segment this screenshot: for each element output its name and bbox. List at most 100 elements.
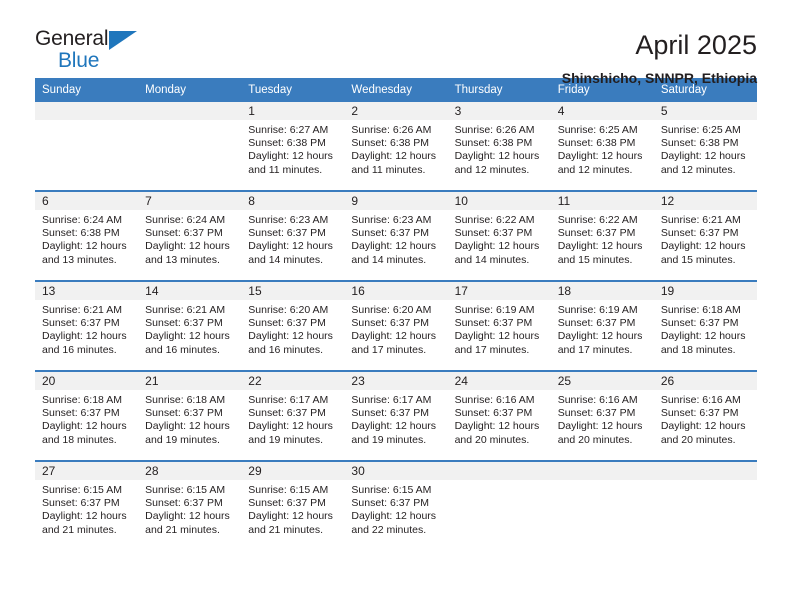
day-number <box>138 102 242 120</box>
day-number: 6 <box>35 192 139 210</box>
day-sun-info: Sunrise: 6:27 AM Sunset: 6:38 PM Daylight:… <box>241 120 344 177</box>
sunset-text: Sunset: 6:37 PM <box>557 317 636 330</box>
calendar-day-cell[interactable]: 5 Sunrise: 6:25 AM Sunset: 6:38 PM Daylight… <box>653 102 757 191</box>
calendar-day-cell[interactable]: 22 Sunrise: 6:17 AM Sunset: 6:37 PM Dayligh… <box>241 370 345 461</box>
day-number: 5 <box>653 102 757 120</box>
day-cell-content: 27 Sunrise: 6:15 AM Sunset: 6:37 PM Dayligh… <box>35 462 139 550</box>
day-number: 29 <box>241 462 345 480</box>
day-cell-content <box>138 102 242 190</box>
day-cell-content: 24 Sunrise: 6:16 AM Sunset: 6:37 PM Dayligh… <box>447 372 551 460</box>
calendar-day-cell[interactable]: 19 Sunrise: 6:18 AM Sunset: 6:37 PM Dayligh… <box>653 280 757 371</box>
day-sun-info: Sunrise: 6:24 AM Sunset: 6:38 PM Daylight:… <box>35 210 138 267</box>
day-cell-content: 5 Sunrise: 6:25 AM Sunset: 6:38 PM Daylight… <box>653 102 757 190</box>
calendar-day-cell[interactable]: 18 Sunrise: 6:19 AM Sunset: 6:37 PM Dayligh… <box>550 280 654 371</box>
generalblue-logo[interactable]: General Blue <box>35 28 145 74</box>
calendar-week-row: 1 Sunrise: 6:27 AM Sunset: 6:38 PM Daylight… <box>35 102 757 191</box>
day-cell-content: 3 Sunrise: 6:26 AM Sunset: 6:38 PM Daylight… <box>447 102 551 190</box>
calendar-day-cell[interactable]: 14 Sunrise: 6:21 AM Sunset: 6:37 PM Dayligh… <box>138 280 242 371</box>
daylight-text: Daylight: 12 hours and 16 minutes. <box>42 330 127 356</box>
calendar-page: General Blue April 2025 Shinshicho, SNNP… <box>0 0 792 612</box>
calendar-day-cell[interactable]: 10 Sunrise: 6:22 AM Sunset: 6:37 PM Dayligh… <box>447 190 551 281</box>
daylight-text: Daylight: 12 hours and 19 minutes. <box>351 420 437 446</box>
day-sun-info: Sunrise: 6:17 AM Sunset: 6:37 PM Daylight:… <box>344 390 447 447</box>
day-cell-content <box>550 462 654 550</box>
weekday-header-tuesday: Tuesday <box>241 78 345 102</box>
day-number: 21 <box>138 372 242 390</box>
calendar-day-cell[interactable]: 1 Sunrise: 6:27 AM Sunset: 6:38 PM Daylight… <box>241 102 345 191</box>
day-number: 27 <box>35 462 139 480</box>
calendar-day-cell[interactable]: 28 Sunrise: 6:15 AM Sunset: 6:37 PM Dayligh… <box>138 460 242 550</box>
sunset-text: Sunset: 6:38 PM <box>660 137 739 150</box>
sunrise-text: Sunrise: 6:21 AM <box>42 304 122 316</box>
day-cell-content <box>653 462 757 550</box>
day-sun-info: Sunrise: 6:22 AM Sunset: 6:37 PM Daylight:… <box>551 210 654 267</box>
sunset-text: Sunset: 6:37 PM <box>42 497 120 510</box>
calendar-day-cell[interactable]: 17 Sunrise: 6:19 AM Sunset: 6:37 PM Dayligh… <box>447 280 551 371</box>
calendar-body: 1 Sunrise: 6:27 AM Sunset: 6:38 PM Daylight… <box>35 102 757 550</box>
sunrise-text: Sunrise: 6:16 AM <box>660 394 741 406</box>
weekday-header-sunday: Sunday <box>35 78 139 102</box>
sunset-text: Sunset: 6:37 PM <box>145 497 223 510</box>
calendar-day-cell[interactable]: 12 Sunrise: 6:21 AM Sunset: 6:37 PM Dayligh… <box>653 190 757 281</box>
sunset-text: Sunset: 6:37 PM <box>660 227 739 240</box>
sunrise-text: Sunrise: 6:20 AM <box>351 304 432 316</box>
day-number <box>653 462 757 480</box>
sunset-text: Sunset: 6:37 PM <box>454 227 533 240</box>
sunrise-text: Sunrise: 6:19 AM <box>454 304 535 316</box>
day-number: 24 <box>447 372 551 390</box>
day-number: 4 <box>550 102 654 120</box>
day-sun-info: Sunrise: 6:17 AM Sunset: 6:37 PM Daylight:… <box>241 390 344 447</box>
day-number: 2 <box>344 102 448 120</box>
day-number: 17 <box>447 282 551 300</box>
day-number: 25 <box>550 372 654 390</box>
day-sun-info: Sunrise: 6:15 AM Sunset: 6:37 PM Daylight:… <box>344 480 447 537</box>
calendar-day-cell[interactable]: 20 Sunrise: 6:18 AM Sunset: 6:37 PM Dayligh… <box>35 370 139 461</box>
day-cell-content: 22 Sunrise: 6:17 AM Sunset: 6:37 PM Dayligh… <box>241 372 345 460</box>
calendar-day-cell[interactable]: 26 Sunrise: 6:16 AM Sunset: 6:37 PM Dayligh… <box>653 370 757 461</box>
sunrise-text: Sunrise: 6:22 AM <box>557 214 638 226</box>
day-sun-info: Sunrise: 6:15 AM Sunset: 6:37 PM Daylight:… <box>35 480 138 537</box>
sunrise-text: Sunrise: 6:15 AM <box>42 484 122 496</box>
calendar-day-cell[interactable]: 21 Sunrise: 6:18 AM Sunset: 6:37 PM Dayligh… <box>138 370 242 461</box>
calendar-day-cell[interactable]: 30 Sunrise: 6:15 AM Sunset: 6:37 PM Dayligh… <box>344 460 448 550</box>
calendar-day-cell[interactable]: 24 Sunrise: 6:16 AM Sunset: 6:37 PM Dayligh… <box>447 370 551 461</box>
sunset-text: Sunset: 6:37 PM <box>454 407 533 420</box>
calendar-week-row: 13 Sunrise: 6:21 AM Sunset: 6:37 PM Dayligh… <box>35 280 757 371</box>
sunrise-text: Sunrise: 6:21 AM <box>660 214 741 226</box>
day-sun-info: Sunrise: 6:26 AM Sunset: 6:38 PM Daylight:… <box>448 120 551 177</box>
daylight-text: Daylight: 12 hours and 14 minutes. <box>454 240 540 266</box>
daylight-text: Daylight: 12 hours and 20 minutes. <box>557 420 643 446</box>
sunset-text: Sunset: 6:37 PM <box>351 407 430 420</box>
calendar-day-cell[interactable]: 2 Sunrise: 6:26 AM Sunset: 6:38 PM Daylight… <box>344 102 448 191</box>
calendar-day-cell[interactable]: 23 Sunrise: 6:17 AM Sunset: 6:37 PM Dayligh… <box>344 370 448 461</box>
logo-triangle-icon <box>109 31 137 50</box>
day-sun-info: Sunrise: 6:16 AM Sunset: 6:37 PM Daylight:… <box>654 390 757 447</box>
calendar-day-cell[interactable]: 7 Sunrise: 6:24 AM Sunset: 6:37 PM Daylight… <box>138 190 242 281</box>
sunset-text: Sunset: 6:37 PM <box>145 317 223 330</box>
day-number: 30 <box>344 462 448 480</box>
day-sun-info: Sunrise: 6:19 AM Sunset: 6:37 PM Daylight:… <box>448 300 551 357</box>
sunset-text: Sunset: 6:37 PM <box>351 497 430 510</box>
calendar-day-cell[interactable]: 9 Sunrise: 6:23 AM Sunset: 6:37 PM Daylight… <box>344 190 448 281</box>
daylight-text: Daylight: 12 hours and 16 minutes. <box>145 330 230 356</box>
weekday-header-wednesday: Wednesday <box>344 78 448 102</box>
calendar-day-cell[interactable]: 16 Sunrise: 6:20 AM Sunset: 6:37 PM Dayligh… <box>344 280 448 371</box>
calendar-day-cell[interactable]: 13 Sunrise: 6:21 AM Sunset: 6:37 PM Dayligh… <box>35 280 139 371</box>
day-sun-info: Sunrise: 6:18 AM Sunset: 6:37 PM Daylight:… <box>35 390 138 447</box>
daylight-text: Daylight: 12 hours and 12 minutes. <box>454 150 540 176</box>
sunrise-text: Sunrise: 6:25 AM <box>660 124 741 136</box>
calendar-day-cell[interactable]: 4 Sunrise: 6:25 AM Sunset: 6:38 PM Daylight… <box>550 102 654 191</box>
calendar-day-cell[interactable]: 3 Sunrise: 6:26 AM Sunset: 6:38 PM Daylight… <box>447 102 551 191</box>
calendar-day-cell[interactable]: 27 Sunrise: 6:15 AM Sunset: 6:37 PM Dayligh… <box>35 460 139 550</box>
day-sun-info: Sunrise: 6:25 AM Sunset: 6:38 PM Daylight:… <box>551 120 654 177</box>
calendar-day-cell[interactable]: 25 Sunrise: 6:16 AM Sunset: 6:37 PM Dayligh… <box>550 370 654 461</box>
sunrise-text: Sunrise: 6:24 AM <box>145 214 226 226</box>
calendar-day-cell[interactable]: 8 Sunrise: 6:23 AM Sunset: 6:37 PM Daylight… <box>241 190 345 281</box>
calendar-day-cell[interactable]: 29 Sunrise: 6:15 AM Sunset: 6:37 PM Dayligh… <box>241 460 345 550</box>
calendar-day-cell[interactable]: 6 Sunrise: 6:24 AM Sunset: 6:38 PM Daylight… <box>35 190 139 281</box>
day-number: 1 <box>241 102 345 120</box>
day-cell-content: 12 Sunrise: 6:21 AM Sunset: 6:37 PM Dayligh… <box>653 192 757 280</box>
calendar-day-cell[interactable]: 15 Sunrise: 6:20 AM Sunset: 6:37 PM Dayligh… <box>241 280 345 371</box>
calendar-day-cell[interactable]: 11 Sunrise: 6:22 AM Sunset: 6:37 PM Dayligh… <box>550 190 654 281</box>
day-cell-content: 21 Sunrise: 6:18 AM Sunset: 6:37 PM Dayligh… <box>138 372 242 460</box>
